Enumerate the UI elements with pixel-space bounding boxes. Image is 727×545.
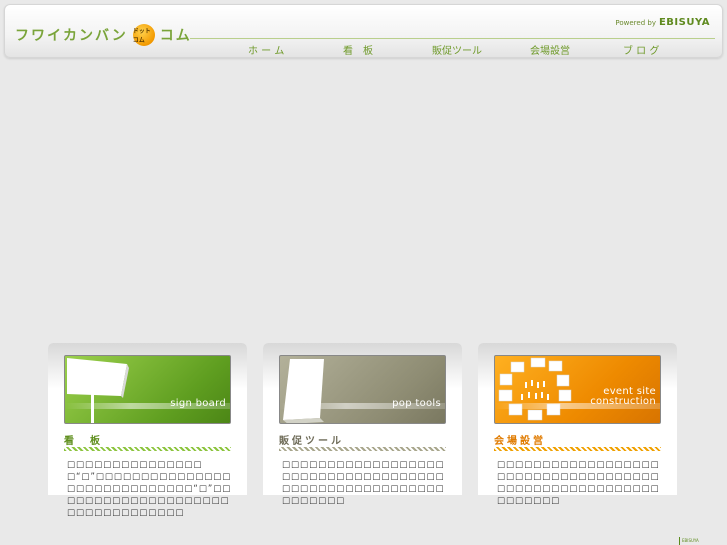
card-pop-tools[interactable]: pop tools 販促ツール □□□□□□□□□□□□□□□□□□□□□□□□… [263,343,462,506]
card-hatch-divider [494,447,661,451]
nav-signboard[interactable]: 看 板 [343,42,373,57]
header-divider [190,38,715,39]
card-hatch-divider [279,447,446,451]
nav-pop-tools[interactable]: 販促ツール [432,42,482,57]
main-nav: ホ ー ム 看 板 販促ツール 会場設営 ブ ロ グ [225,42,695,60]
nav-blog[interactable]: ブ ロ グ [623,42,659,57]
main-visual-area [4,62,723,332]
card-title: 会場設営 [494,436,546,447]
powered-by-brand: EBISUYA [658,17,710,28]
signboard-icon [67,358,129,423]
banner-label: event site construction [590,386,656,407]
card-title: 販促ツール [279,436,344,447]
banner-label: sign board [170,398,226,409]
site-logo[interactable]: フワイカンバン ドットコム コム [15,23,192,47]
logo-text-right: コム [159,28,192,44]
nav-home[interactable]: ホ ー ム [248,42,284,57]
card-hatch-divider [64,447,231,451]
site-header: フワイカンバン ドットコム コム Powered by EBISUYA ホ ー … [4,4,723,58]
powered-by-label: Powered by [615,19,656,27]
card-description: □□□□□□□□□□□□□□□□□□□□□□□□□□□□□□□□□□□□□□□□… [497,460,660,506]
logo-text-left: フワイカンバン [15,28,128,44]
logo-badge: ドットコム [132,24,155,46]
card-event-site[interactable]: event site construction 会場設営 □□□□□□□□□□□… [478,343,677,506]
card-description: □□□□□□□□□□□□□□□□□□□□□□□□□□□□□□□□□□□□□□□□… [282,460,445,506]
banner-event-site[interactable]: event site construction [494,355,661,424]
banner-signboard[interactable]: sign board [64,355,231,424]
banner-label: pop tools [392,398,441,409]
pop-board-icon [283,359,324,423]
card-title: 看 板 [64,436,103,447]
banner-pop-tools[interactable]: pop tools [279,355,446,424]
nav-event-site[interactable]: 会場設営 [530,42,570,57]
card-signboard[interactable]: sign board 看 板 □□□□□□□□□□□□□□□□“□”□□□□□□… [48,343,247,518]
powered-by[interactable]: Powered by EBISUYA [615,17,710,28]
footer-corner-tag: EBISUYA [679,537,727,545]
card-description: □□□□□□□□□□□□□□□□“□”□□□□□□□□□□□□□□□□□□□□□… [67,460,232,518]
